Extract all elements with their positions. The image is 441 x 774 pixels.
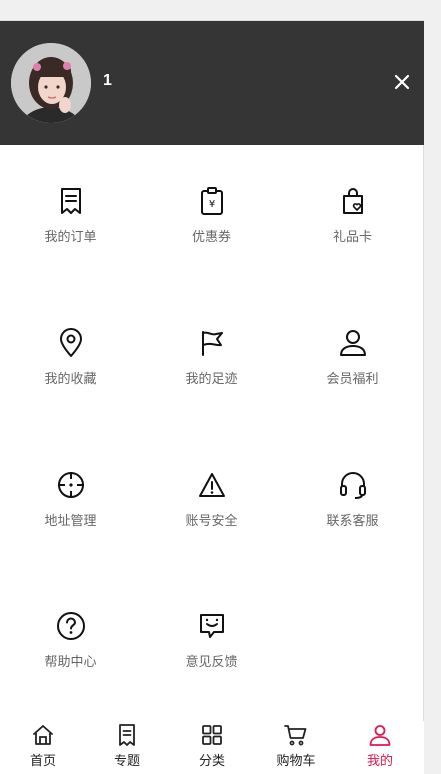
menu-item-member[interactable]: 会员福利 <box>282 328 423 418</box>
bottom-tabbar: 首页 专题 分类 购物车 我的 <box>0 721 424 774</box>
menu-item-label: 礼品卡 <box>332 230 372 245</box>
username: 1 <box>103 72 112 89</box>
menu-item-service[interactable]: 联系客服 <box>282 470 423 560</box>
tab-mine[interactable]: 我的 <box>338 723 422 773</box>
tab-category[interactable]: 分类 <box>170 723 254 773</box>
menu-item-label: 账号安全 <box>185 514 238 529</box>
menu-item-giftcard[interactable]: 礼品卡 <box>282 186 423 276</box>
crosshair-icon <box>57 472 84 498</box>
menu-item-label: 我的订单 <box>44 230 97 245</box>
tab-label: 分类 <box>198 754 225 769</box>
location-pin-icon <box>59 328 82 357</box>
menu-item-footprints[interactable]: 我的足迹 <box>141 328 282 418</box>
menu-item-feedback[interactable]: 意见反馈 <box>141 611 282 701</box>
tab-label: 我的 <box>366 754 393 769</box>
menu-item-orders[interactable]: 我的订单 <box>0 186 141 276</box>
close-icon[interactable] <box>391 71 413 93</box>
flag-icon <box>201 331 223 356</box>
menu-item-label: 优惠券 <box>191 230 231 245</box>
menu-item-label: 地址管理 <box>44 514 97 529</box>
tab-label: 首页 <box>29 754 56 769</box>
help-icon <box>56 612 85 640</box>
bookmark-icon <box>119 724 135 746</box>
menu-item-label: 我的足迹 <box>185 372 238 387</box>
user-avatar[interactable] <box>11 43 91 123</box>
menu-item-label: 我的收藏 <box>44 372 97 387</box>
avatar-photo <box>11 43 91 123</box>
profile-header: 1 <box>0 21 424 145</box>
home-icon <box>33 725 53 745</box>
menu-item-label: 会员福利 <box>326 372 379 387</box>
receipt-icon <box>60 188 81 214</box>
headset-icon <box>339 472 366 499</box>
cart-icon <box>284 725 307 746</box>
tab-label: 专题 <box>113 754 140 769</box>
app-frame: 1 我的订单 ¥ 优惠券 礼品卡 我的收藏 我的足迹 会员福利 地址管理 账号安… <box>0 20 424 774</box>
tab-topic[interactable]: 专题 <box>85 723 169 773</box>
menu-item-label: 联系客服 <box>326 514 379 529</box>
gift-bag-icon <box>342 188 363 214</box>
person-icon <box>339 330 366 356</box>
menu-item-label: 帮助中心 <box>44 655 97 670</box>
category-icon <box>202 725 222 745</box>
tab-label: 购物车 <box>276 754 316 769</box>
tab-cart[interactable]: 购物车 <box>254 723 338 773</box>
menu-item-coupons[interactable]: ¥ 优惠券 <box>141 186 282 276</box>
menu-item-favorites[interactable]: 我的收藏 <box>0 328 141 418</box>
feedback-icon <box>199 614 224 638</box>
menu-item-label: 意见反馈 <box>185 655 238 670</box>
coupon-icon: ¥ <box>200 187 223 215</box>
tab-home[interactable]: 首页 <box>1 723 85 773</box>
menu-item-address[interactable]: 地址管理 <box>0 470 141 560</box>
warning-icon <box>198 473 225 497</box>
menu-item-security[interactable]: 账号安全 <box>141 470 282 560</box>
svg-text:¥: ¥ <box>208 199 214 210</box>
profile-icon <box>369 725 391 746</box>
menu-item-help[interactable]: 帮助中心 <box>0 611 141 701</box>
